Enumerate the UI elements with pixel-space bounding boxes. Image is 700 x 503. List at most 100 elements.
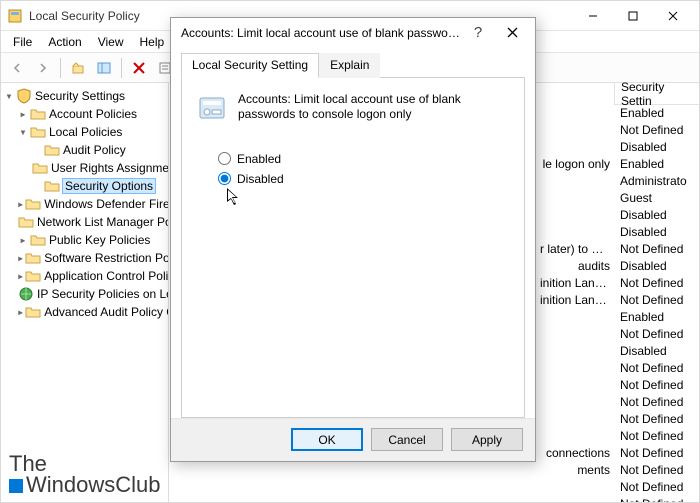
tree-pane[interactable]: ▾ Security Settings ▸ Account Policies ▾ Lo…: [1, 83, 169, 502]
list-cell[interactable]: Guest: [614, 190, 699, 207]
tree-label: Local Policies: [49, 125, 122, 139]
folder-icon: [25, 268, 41, 284]
tree-item[interactable]: ▸ Windows Defender Firewall: [1, 195, 168, 213]
tree-item[interactable]: Audit Policy: [1, 141, 168, 159]
folder-icon: [18, 214, 34, 230]
list-cell-fragment: [534, 326, 614, 343]
list-cell[interactable]: Not Defined: [614, 275, 699, 292]
toolbar-separator: [60, 58, 61, 78]
tree-label: Advanced Audit Policy Configuration: [44, 305, 169, 319]
expander-icon[interactable]: ▸: [17, 197, 24, 211]
tab-page: Accounts: Limit local account use of bla…: [181, 78, 525, 418]
tree-label: Audit Policy: [63, 143, 126, 157]
list-cell[interactable]: Not Defined: [614, 241, 699, 258]
list-cell[interactable]: Not Defined: [614, 496, 699, 502]
folder-icon: [25, 250, 41, 266]
folder-icon: [32, 160, 48, 176]
list-cell[interactable]: Not Defined: [614, 462, 699, 479]
list-cell-fragment: audits: [534, 258, 614, 275]
up-button[interactable]: [66, 56, 90, 80]
list-cell[interactable]: Administrato: [614, 173, 699, 190]
menu-file[interactable]: File: [5, 33, 40, 51]
ok-button[interactable]: OK: [291, 428, 363, 451]
radio-disabled[interactable]: Disabled: [218, 172, 510, 186]
list-cell[interactable]: Enabled: [614, 105, 699, 122]
tab-explain[interactable]: Explain: [319, 53, 380, 78]
menu-view[interactable]: View: [90, 33, 132, 51]
expander-icon[interactable]: ▸: [17, 269, 24, 283]
list-cell[interactable]: Enabled: [614, 156, 699, 173]
watermark: The WindowsClub: [9, 454, 161, 496]
tree-item[interactable]: ▸ Application Control Policies: [1, 267, 168, 285]
folder-icon: [30, 106, 46, 122]
tree-item[interactable]: Network List Manager Policies: [1, 213, 168, 231]
column-header[interactable]: Security Settin: [614, 83, 699, 105]
radio-enabled[interactable]: Enabled: [218, 152, 510, 166]
tree-item[interactable]: ▸Public Key Policies: [1, 231, 168, 249]
radio-enabled-input[interactable]: [218, 152, 231, 165]
list-cell[interactable]: Disabled: [614, 224, 699, 241]
tab-strip: Local Security Setting Explain: [181, 52, 525, 78]
apply-button[interactable]: Apply: [451, 428, 523, 451]
toolbar-separator: [121, 58, 122, 78]
list-cell-fragment: [534, 343, 614, 360]
list-cell[interactable]: Disabled: [614, 207, 699, 224]
expander-icon[interactable]: ▾: [17, 125, 29, 139]
list-cell[interactable]: Not Defined: [614, 428, 699, 445]
list-cell[interactable]: Not Defined: [614, 394, 699, 411]
list-cell[interactable]: Disabled: [614, 139, 699, 156]
dialog-buttons: OK Cancel Apply: [171, 418, 535, 461]
maximize-button[interactable]: [613, 2, 653, 30]
show-hide-tree-button[interactable]: [92, 56, 116, 80]
radio-group: Enabled Disabled: [218, 152, 510, 186]
list-cell[interactable]: Not Defined: [614, 292, 699, 309]
expander-icon[interactable]: ▸: [17, 251, 24, 265]
list-cell[interactable]: Not Defined: [614, 326, 699, 343]
list-cell[interactable]: Not Defined: [614, 445, 699, 462]
tree-item[interactable]: ▸ Account Policies: [1, 105, 168, 123]
tree-label: Application Control Policies: [44, 269, 169, 283]
list-cell[interactable]: Not Defined: [614, 122, 699, 139]
tree-label: Security Settings: [35, 89, 125, 103]
tree-item[interactable]: User Rights Assignment: [1, 159, 168, 177]
list-cell[interactable]: Enabled: [614, 309, 699, 326]
tab-local-security-setting[interactable]: Local Security Setting: [181, 53, 319, 78]
properties-dialog: Accounts: Limit local account use of bla…: [170, 17, 536, 462]
list-cell[interactable]: Not Defined: [614, 479, 699, 496]
close-icon[interactable]: [495, 19, 529, 47]
list-cell[interactable]: Disabled: [614, 258, 699, 275]
tree-item[interactable]: Security Options: [1, 177, 168, 195]
policy-description: Accounts: Limit local account use of bla…: [238, 92, 510, 124]
delete-button[interactable]: [127, 56, 151, 80]
list-cell[interactable]: Not Defined: [614, 411, 699, 428]
menu-action[interactable]: Action: [40, 33, 89, 51]
tree-root[interactable]: ▾ Security Settings: [1, 87, 168, 105]
tree-label: Windows Defender Firewall: [44, 197, 169, 211]
list-cell[interactable]: Not Defined: [614, 360, 699, 377]
expander-icon[interactable]: ▸: [17, 305, 24, 319]
tree-item[interactable]: IP Security Policies on Local: [1, 285, 168, 303]
list-cell-fragment: [534, 173, 614, 190]
help-button[interactable]: ?: [461, 19, 495, 47]
close-button[interactable]: [653, 2, 693, 30]
tree-item[interactable]: ▸ Advanced Audit Policy Configuration: [1, 303, 168, 321]
menu-help[interactable]: Help: [132, 33, 173, 51]
tree-label: Account Policies: [49, 107, 137, 121]
list-cell-fragment: [534, 496, 614, 503]
globe-icon: [18, 286, 34, 302]
dialog-titlebar[interactable]: Accounts: Limit local account use of bla…: [171, 18, 535, 48]
expander-icon[interactable]: ▾: [3, 89, 15, 103]
tree-item[interactable]: ▾ Local Policies: [1, 123, 168, 141]
radio-disabled-input[interactable]: [218, 172, 231, 185]
cancel-button[interactable]: Cancel: [371, 428, 443, 451]
radio-enabled-label: Enabled: [237, 152, 281, 166]
tree-item[interactable]: ▸Software Restriction Policies: [1, 249, 168, 267]
list-cell[interactable]: Disabled: [614, 343, 699, 360]
expander-icon[interactable]: ▸: [17, 233, 29, 247]
minimize-button[interactable]: [573, 2, 613, 30]
list-cell-fragment: r later) to ove...: [534, 241, 614, 258]
app-window: Local Security Policy File Action View H…: [0, 0, 700, 503]
folder-icon: [44, 142, 60, 158]
list-cell[interactable]: Not Defined: [614, 377, 699, 394]
expander-icon[interactable]: ▸: [17, 107, 29, 121]
